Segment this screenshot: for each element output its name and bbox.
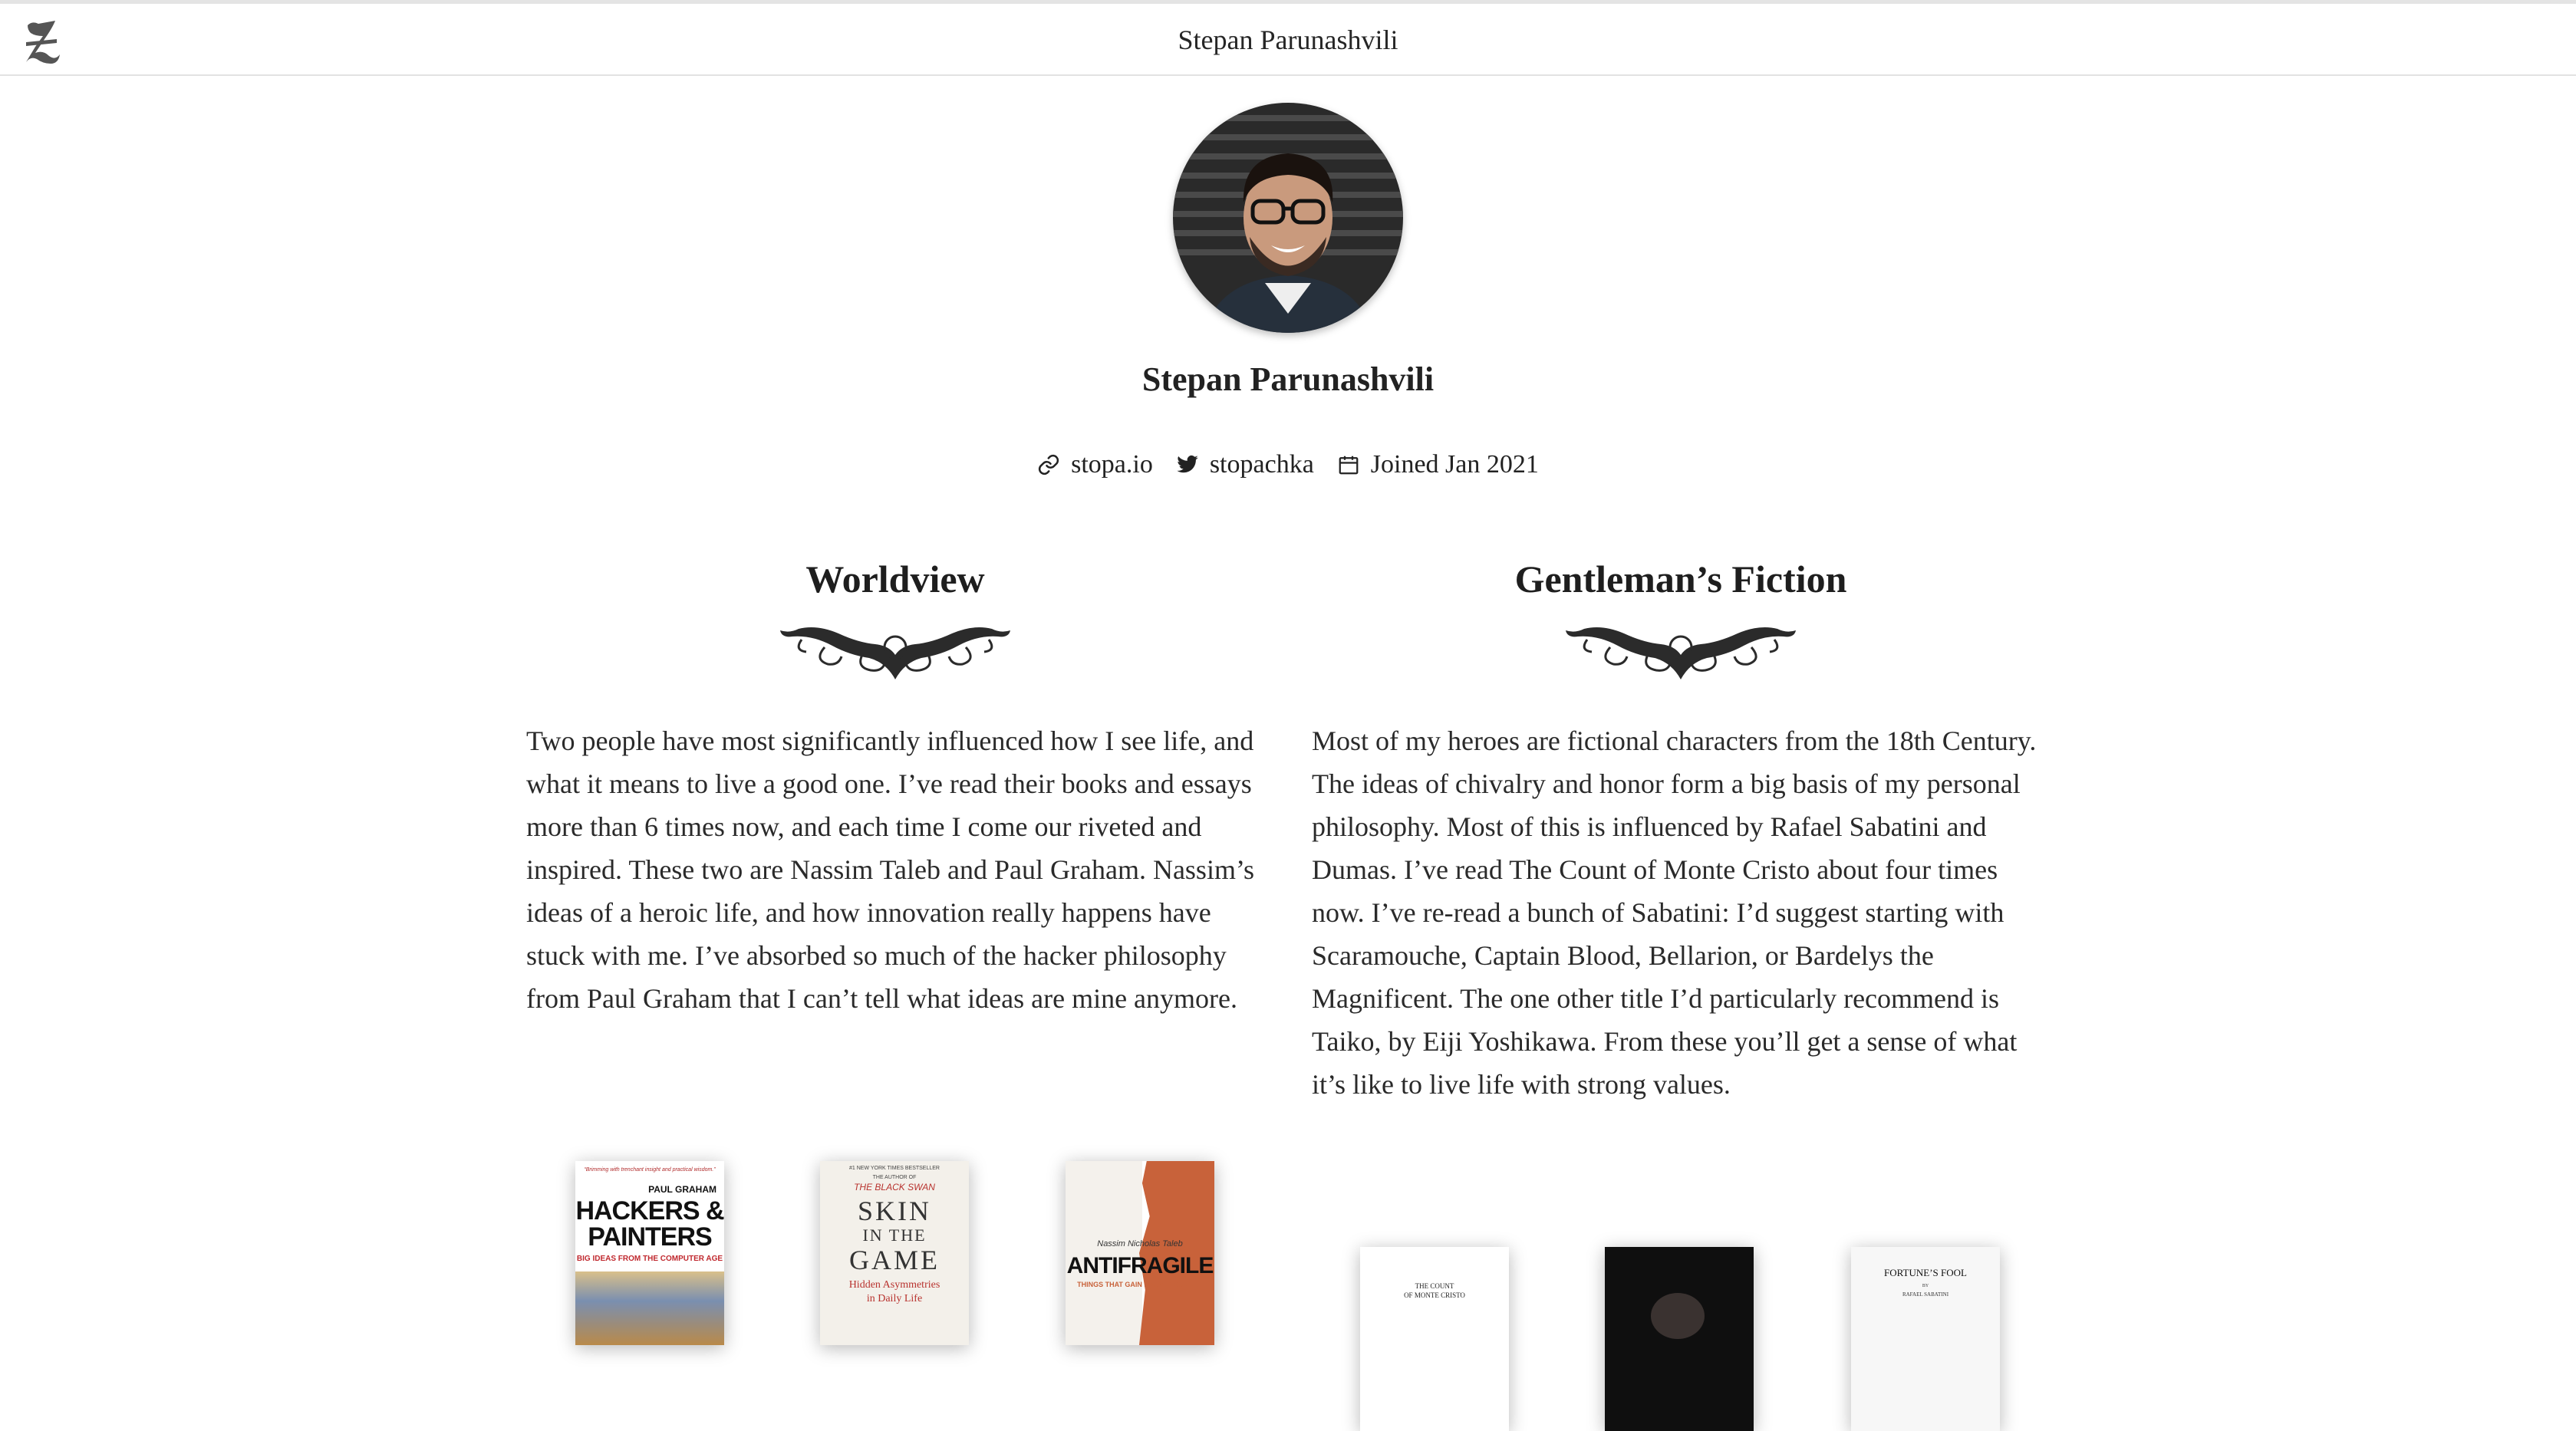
header-title[interactable]: Stepan Parunashvili (0, 21, 2576, 59)
book-cover-fortunes-fool[interactable]: FORTUNE’S FOOL BY RAFAEL SABATINI (1851, 1247, 2000, 1431)
twitter-icon (1177, 455, 1198, 473)
top-nav: Stepan Parunashvili (0, 4, 2576, 76)
book-cover-hackers-painters[interactable]: “Brimming with trenchant insight and pra… (575, 1161, 724, 1345)
book-cover-dark[interactable] (1605, 1247, 1754, 1431)
website-label[interactable]: stopa.io (1071, 450, 1153, 479)
book-cover-art (575, 1271, 724, 1345)
profile-avatar (1173, 103, 1403, 333)
link-icon (1038, 454, 1059, 475)
joined-date: Joined Jan 2021 (1337, 450, 1539, 479)
flourish-ornament-icon (780, 627, 1010, 679)
book-author: Nassim Nicholas Taleb (1097, 1239, 1183, 1248)
section-title: Worldview (805, 558, 985, 600)
section-title: Gentleman’s Fiction (1514, 558, 1847, 600)
book-quote: “Brimming with trenchant insight and pra… (584, 1167, 716, 1173)
book-subtitle-line1: Hidden Asymmetries (848, 1279, 940, 1291)
twitter-link[interactable]: stopachka (1176, 450, 1314, 479)
book-title-line3: GAME (849, 1245, 940, 1275)
book-cover-antifragile[interactable]: Nassim Nicholas Taleb ANTIFRAGILE THINGS… (1066, 1161, 1214, 1345)
book-cover-count-of-monte-cristo[interactable]: THE COUNT OF MONTE CRISTO (1360, 1247, 1509, 1431)
flourish-ornament-icon (1566, 627, 1796, 679)
book-title-line1: THE COUNT (1415, 1282, 1454, 1290)
book-byline: BY (1922, 1284, 1929, 1288)
book-cover-skin-in-the-game[interactable]: #1 NEW YORK TIMES BESTSELLER THE AUTHOR … (820, 1161, 969, 1345)
profile-meta: stopa.io stopachka Joined Jan 2021 (0, 443, 2576, 486)
profile-photo (1173, 103, 1403, 333)
twitter-handle[interactable]: stopachka (1210, 450, 1314, 479)
section-gentlemans-fiction: Gentleman’s Fiction Most of my heroes ar… (1312, 552, 2050, 1106)
joined-label: Joined Jan 2021 (1370, 450, 1539, 479)
section-body: Two people have most significantly influ… (526, 725, 1254, 1014)
book-title: FORTUNE’S FOOL (1884, 1267, 1967, 1278)
section-body: Most of my heroes are fictional characte… (1312, 725, 2037, 1100)
website-link[interactable]: stopa.io (1037, 450, 1153, 479)
book-title-line2: PAINTERS (588, 1222, 712, 1252)
book-title-line1: SKIN (857, 1196, 931, 1226)
book-author: RAFAEL SABATINI (1902, 1291, 1949, 1298)
book-subtitle-line2: in Daily Life (866, 1293, 923, 1304)
book-title: ANTIFRAGILE (1066, 1253, 1214, 1278)
book-subtitle: BIG IDEAS FROM THE COMPUTER AGE (576, 1255, 723, 1263)
book-title-line2: IN THE (862, 1225, 927, 1245)
book-byline: THE AUTHOR OF (872, 1175, 917, 1180)
book-cover-art (1651, 1293, 1705, 1339)
book-title-line2: OF MONTE CRISTO (1404, 1291, 1465, 1299)
book-subtitle: THINGS THAT GAIN FROM DISORDER (1077, 1281, 1203, 1288)
book-badge: #1 NEW YORK TIMES BESTSELLER (848, 1166, 940, 1171)
book-series: THE BLACK SWAN (854, 1182, 935, 1192)
profile-name: Stepan Parunashvili (1141, 360, 1435, 398)
calendar-icon (1339, 456, 1359, 475)
section-worldview: Worldview Two people have most significa… (526, 552, 1264, 1020)
book-author: PAUL GRAHAM (648, 1184, 716, 1195)
